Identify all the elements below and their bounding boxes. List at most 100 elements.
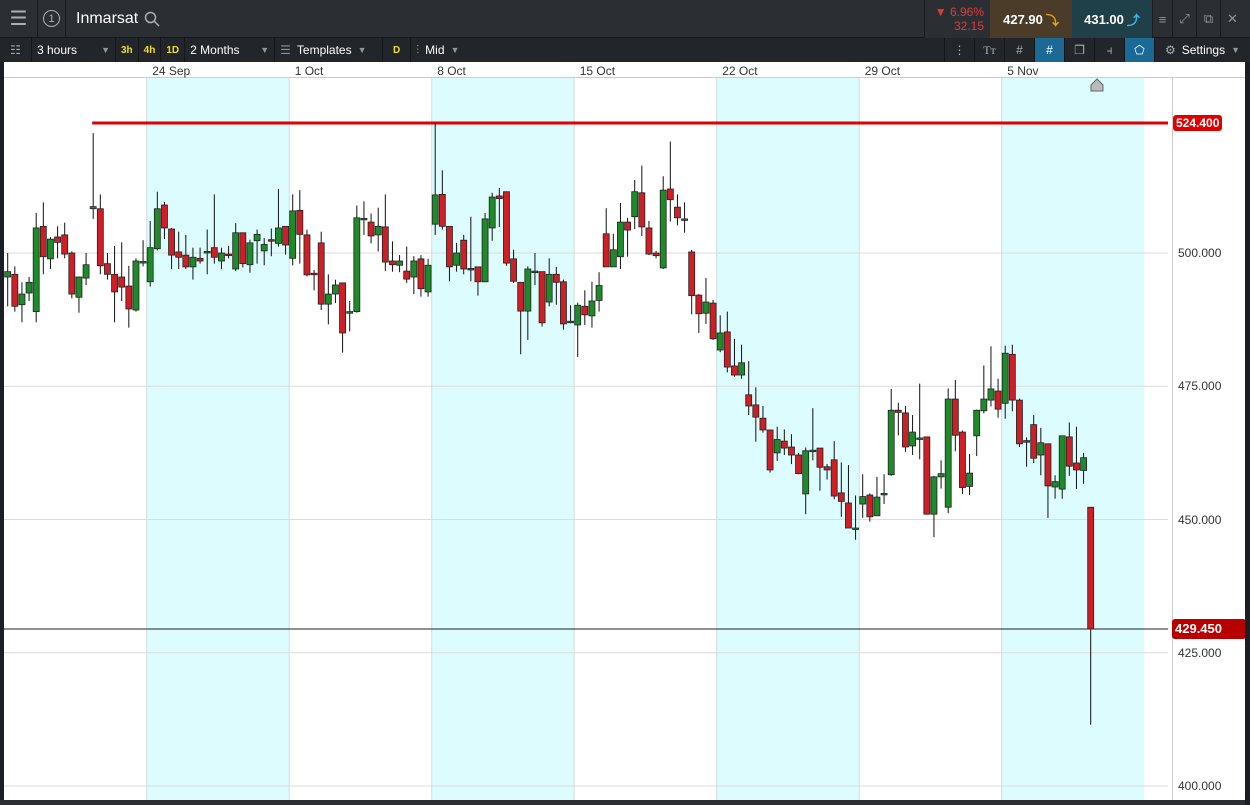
candle-body <box>367 221 375 237</box>
close-icon[interactable]: ✕ <box>1220 0 1244 38</box>
candle-body <box>424 264 432 293</box>
candle-body <box>481 218 489 283</box>
candle-body <box>410 260 418 278</box>
candle-body <box>560 281 567 325</box>
candle-body <box>61 234 69 255</box>
candle <box>538 271 546 327</box>
instrument-search[interactable]: Inmarsat <box>76 10 160 28</box>
text-tool-icon[interactable]: Tт <box>974 38 1004 62</box>
candle-body <box>909 431 916 447</box>
candle <box>688 249 696 315</box>
candle-body <box>118 276 126 288</box>
candle-body <box>916 437 924 440</box>
candle-body <box>588 300 596 317</box>
quick-interval-4h[interactable]: 4h <box>139 38 162 62</box>
price-scale-icon[interactable]: ⋮ <box>944 38 974 62</box>
candle-body <box>339 282 346 334</box>
quick-interval-3h[interactable]: 3h <box>116 38 139 62</box>
candle-style-icon[interactable]: ⫞ <box>1094 38 1124 62</box>
candle-body <box>1058 435 1066 490</box>
drag-handle-icon[interactable]: ≡ <box>1152 0 1172 38</box>
popout-icon[interactable]: ⧉ <box>1196 0 1220 38</box>
candle-body <box>859 496 867 505</box>
candle-body <box>360 217 368 221</box>
candle <box>980 365 988 414</box>
candle <box>310 270 318 291</box>
candle-body <box>980 398 988 412</box>
price-type-dropdown[interactable]: ⫶ Mid ▼ <box>411 38 485 62</box>
sliders-icon: ☰ <box>280 43 291 57</box>
candle <box>766 429 774 473</box>
settings-dropdown[interactable]: ⚙ Settings ▼ <box>1154 38 1250 62</box>
candle <box>652 250 660 259</box>
candle <box>54 226 61 259</box>
hamburger-menu-icon[interactable]: ☰ <box>0 0 38 38</box>
candle <box>61 222 69 259</box>
candle <box>410 256 418 295</box>
candle-body <box>189 256 197 268</box>
chevron-down-icon: ▼ <box>357 45 367 55</box>
candle <box>317 231 325 311</box>
candle-body <box>260 244 268 252</box>
candle-body <box>96 208 104 267</box>
candle-body <box>218 252 225 262</box>
settings-label: Settings <box>1181 43 1226 57</box>
candle <box>659 176 667 269</box>
grid-icon[interactable]: # <box>1004 38 1034 62</box>
candle-body <box>275 227 282 244</box>
interval-dropdown[interactable]: 3 hours ▼ <box>32 38 116 62</box>
candle-body <box>552 273 560 283</box>
range-dropdown[interactable]: 2 Months ▼ <box>185 38 276 62</box>
window-number-icon[interactable]: 1 <box>38 0 66 38</box>
candle-body <box>1073 462 1080 471</box>
crosshair-grid-icon[interactable]: # <box>1034 38 1064 62</box>
candle-body <box>880 492 888 496</box>
buy-price: 431.00 <box>1084 11 1124 27</box>
candle-body <box>666 188 674 201</box>
sell-button[interactable]: 427.90 ⤵ <box>990 0 1072 38</box>
candle <box>324 274 332 325</box>
candle-body <box>837 492 845 502</box>
candle-body <box>574 304 582 326</box>
candle-body <box>716 332 724 351</box>
candle <box>289 194 297 266</box>
candle-body <box>381 226 389 263</box>
d-button[interactable]: D <box>383 38 412 62</box>
candle-body <box>845 502 852 529</box>
candle <box>68 251 76 299</box>
candle <box>866 493 874 522</box>
list-icon[interactable]: ☷ <box>0 38 32 62</box>
date-label: 22 Oct <box>722 64 758 78</box>
price-axis[interactable] <box>1172 78 1245 800</box>
candle-body <box>210 247 218 258</box>
buy-button[interactable]: 431.00 ⤴ <box>1072 0 1152 38</box>
candle-body <box>438 193 446 227</box>
candle <box>595 272 603 312</box>
candlestick-icon: ⫶ <box>416 42 420 57</box>
chart-area[interactable] <box>4 78 1245 800</box>
quick-interval-1d[interactable]: 1D <box>161 38 186 62</box>
candle-body <box>709 302 717 340</box>
candle-body <box>18 293 26 306</box>
candle <box>966 453 973 495</box>
bottom-scrollbar[interactable] <box>0 800 1250 805</box>
candle-body <box>168 228 175 256</box>
candle-body <box>923 436 931 515</box>
candle <box>951 379 959 452</box>
candle-body <box>1016 399 1023 445</box>
candle <box>4 253 12 307</box>
candle-body <box>581 305 589 316</box>
templates-dropdown[interactable]: ☰ Templates ▼ <box>275 38 384 62</box>
candle-body <box>766 429 774 471</box>
candle-body <box>609 249 617 268</box>
layers-icon[interactable]: ❐ <box>1064 38 1094 62</box>
expand-icon[interactable]: ⤢ <box>1172 0 1196 38</box>
candle-body <box>474 266 482 283</box>
candle-body <box>994 390 1002 410</box>
candle-body <box>346 311 354 314</box>
search-icon[interactable] <box>144 11 160 27</box>
down-triangle-icon: ▼ <box>934 5 950 19</box>
candle-body <box>1030 424 1038 459</box>
tag-icon[interactable]: ⬠ <box>1124 38 1154 62</box>
candle-body <box>595 285 603 301</box>
